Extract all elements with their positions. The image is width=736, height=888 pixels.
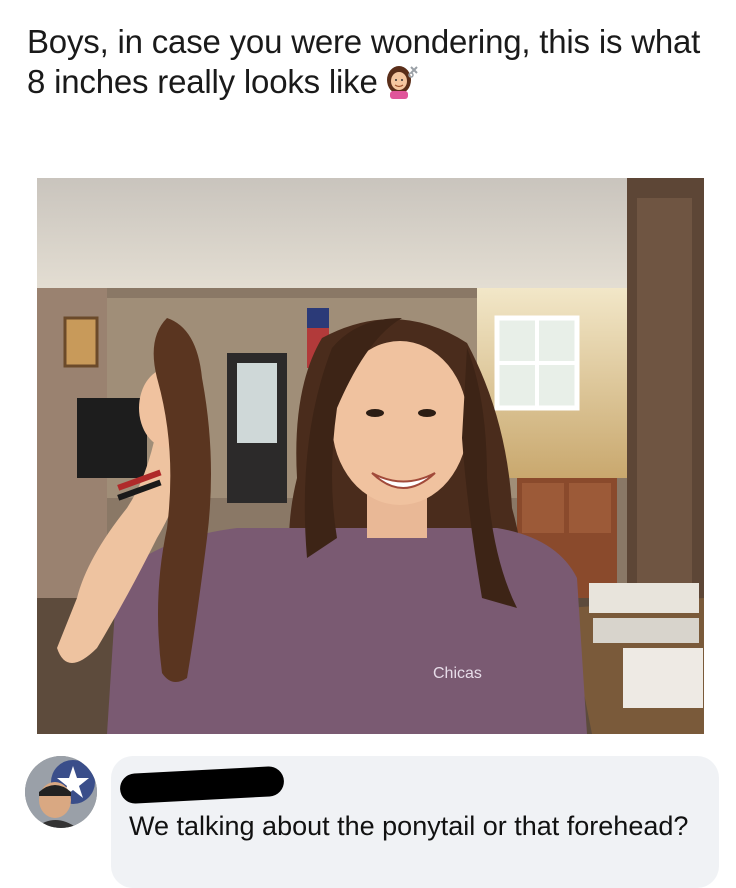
comment-section: We talking about the ponytail or that fo… (0, 748, 736, 888)
avatar[interactable] (25, 756, 97, 828)
photo-scene: Chicas (37, 178, 704, 734)
post-photo: Chicas (37, 178, 704, 734)
shirt-text: Chicas (433, 665, 482, 682)
post-caption-text: Boys, in case you were wondering, this i… (27, 23, 701, 100)
post-caption: Boys, in case you were wondering, this i… (27, 22, 717, 102)
comment-text: We talking about the ponytail or that fo… (129, 811, 689, 841)
woman-getting-haircut-icon (384, 63, 420, 99)
